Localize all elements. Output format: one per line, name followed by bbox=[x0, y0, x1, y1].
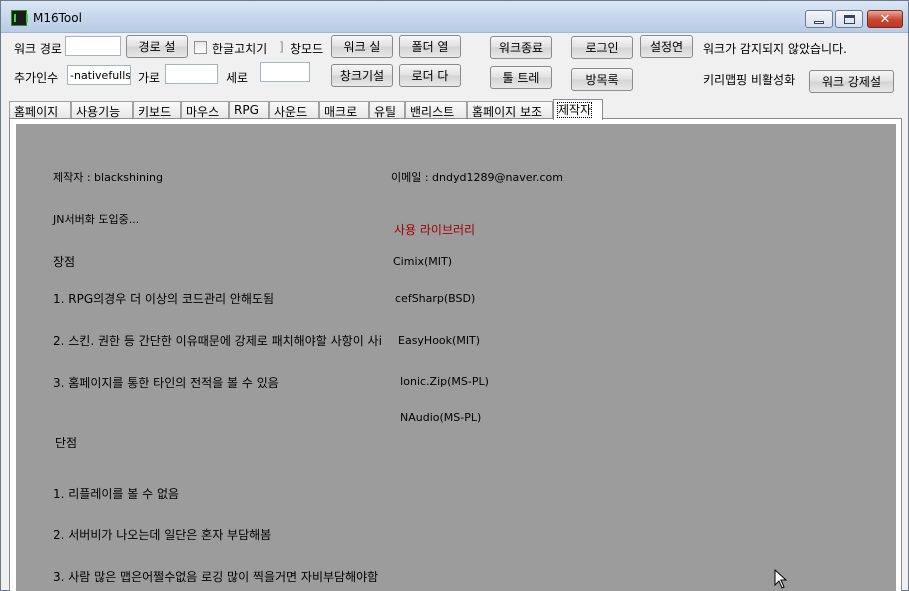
work-path-label: 워크 경로 bbox=[14, 42, 62, 56]
loader-button[interactable]: 로더 다 bbox=[399, 64, 461, 87]
library-1: Cimix(MIT) bbox=[393, 255, 453, 268]
work-path-input[interactable] bbox=[65, 36, 121, 56]
path-set-button[interactable]: 경로 설 bbox=[126, 35, 188, 58]
width-input[interactable] bbox=[165, 64, 218, 84]
cons-title: 단점 bbox=[55, 436, 78, 450]
library-2: cefSharp(BSD) bbox=[395, 292, 476, 305]
title-bar[interactable]: M16Tool ✕ bbox=[1, 1, 908, 33]
minimize-icon bbox=[814, 20, 824, 24]
app-icon bbox=[11, 10, 28, 26]
con-2: 2. 서버비가 나오는데 일단은 혼자 부담해봄 bbox=[53, 528, 272, 542]
close-button[interactable]: ✕ bbox=[867, 10, 903, 28]
author-text: 제작자 : blackshining bbox=[53, 171, 163, 184]
maximize-icon bbox=[843, 14, 855, 24]
window-title: M16Tool bbox=[33, 11, 82, 25]
email-text: 이메일 : dndyd1289@naver.com bbox=[391, 171, 563, 184]
tab-homepage[interactable]: 홈페이지 bbox=[9, 101, 71, 119]
tab-sound[interactable]: 사운드 bbox=[269, 101, 319, 119]
settings-button[interactable]: 설정연 bbox=[640, 35, 693, 58]
korean-fix-checkbox[interactable] bbox=[194, 41, 207, 54]
height-label: 세로 bbox=[226, 71, 249, 85]
libraries-title: 사용 라이브러리 bbox=[394, 223, 476, 237]
keymap-disable-label: 키리맵핑 비활성화 bbox=[703, 73, 796, 87]
con-1: 1. 리플레이를 볼 수 없음 bbox=[53, 487, 180, 501]
window-mode-checkbox-edge[interactable]: ] bbox=[279, 40, 284, 54]
window-func-button[interactable]: 창크기설 bbox=[331, 64, 393, 87]
close-icon: ✕ bbox=[879, 11, 891, 27]
work-exit-button[interactable]: 워크종료 bbox=[490, 36, 552, 59]
minimize-button[interactable] bbox=[805, 10, 833, 28]
jn-server-text: JN서버화 도입중... bbox=[53, 213, 140, 226]
work-force-button[interactable]: 워크 강제설 bbox=[809, 70, 894, 93]
korean-fix-label: 한글고치기 bbox=[212, 42, 268, 56]
pro-3: 3. 홈페이지를 통한 타인의 전적을 볼 수 있음 bbox=[53, 376, 279, 390]
list-button[interactable]: 방목록 bbox=[571, 68, 633, 91]
tab-macro[interactable]: 매크로 bbox=[319, 101, 369, 119]
extra-args-label: 추가인수 bbox=[14, 71, 59, 85]
tab-rpg[interactable]: RPG bbox=[229, 101, 269, 119]
pros-title: 장점 bbox=[53, 255, 76, 269]
status-text: 워크가 감지되지 않았습니다. bbox=[703, 42, 847, 56]
work-run-button[interactable]: 워크 실 bbox=[331, 35, 393, 58]
library-4: Ionic.Zip(MS-PL) bbox=[400, 375, 489, 388]
tab-util[interactable]: 유틸 bbox=[369, 101, 405, 119]
tab-author-label: 제작자 bbox=[556, 102, 593, 118]
window-mode-label: 창모드 bbox=[290, 42, 324, 56]
tab-features[interactable]: 사용기능 bbox=[71, 101, 133, 119]
tab-author[interactable]: 제작자 bbox=[553, 99, 603, 120]
con-3: 3. 사람 많은 맵은어쩔수없음 로깅 많이 찍을거면 자비부담해야함 bbox=[53, 570, 379, 584]
pro-1: 1. RPG의경우 더 이상의 코드관리 안해도됨 bbox=[53, 292, 274, 306]
mouse-cursor-icon bbox=[774, 569, 788, 589]
tab-mouse[interactable]: 마우스 bbox=[181, 101, 229, 119]
height-input[interactable] bbox=[260, 62, 310, 82]
login-button[interactable]: 로그인 bbox=[571, 36, 633, 59]
pro-2: 2. 스킨. 권한 등 간단한 이유때문에 강제로 패치해야할 사항이 사i bbox=[53, 334, 382, 348]
tab-keyboard[interactable]: 키보드 bbox=[133, 101, 181, 119]
library-3: EasyHook(MIT) bbox=[398, 334, 481, 347]
maximize-button[interactable] bbox=[835, 10, 863, 28]
tool-tray-button[interactable]: 툴 트레 bbox=[490, 66, 552, 89]
library-5: NAudio(MS-PL) bbox=[400, 411, 482, 424]
app-window: M16Tool ✕ 워크 경로 경로 설 한글고치기 ] 창모드 워크 실 폴더… bbox=[0, 0, 909, 591]
extra-args-input[interactable]: -nativefullscr bbox=[67, 65, 131, 85]
width-label: 가로 bbox=[138, 71, 161, 85]
folder-open-button[interactable]: 폴더 열 bbox=[399, 35, 461, 58]
tab-banlist[interactable]: 밴리스트 bbox=[405, 101, 467, 119]
author-content: 제작자 : blackshining 이메일 : dndyd1289@naver… bbox=[16, 124, 896, 591]
tab-homepage-aux[interactable]: 홈페이지 보조 bbox=[467, 101, 553, 119]
